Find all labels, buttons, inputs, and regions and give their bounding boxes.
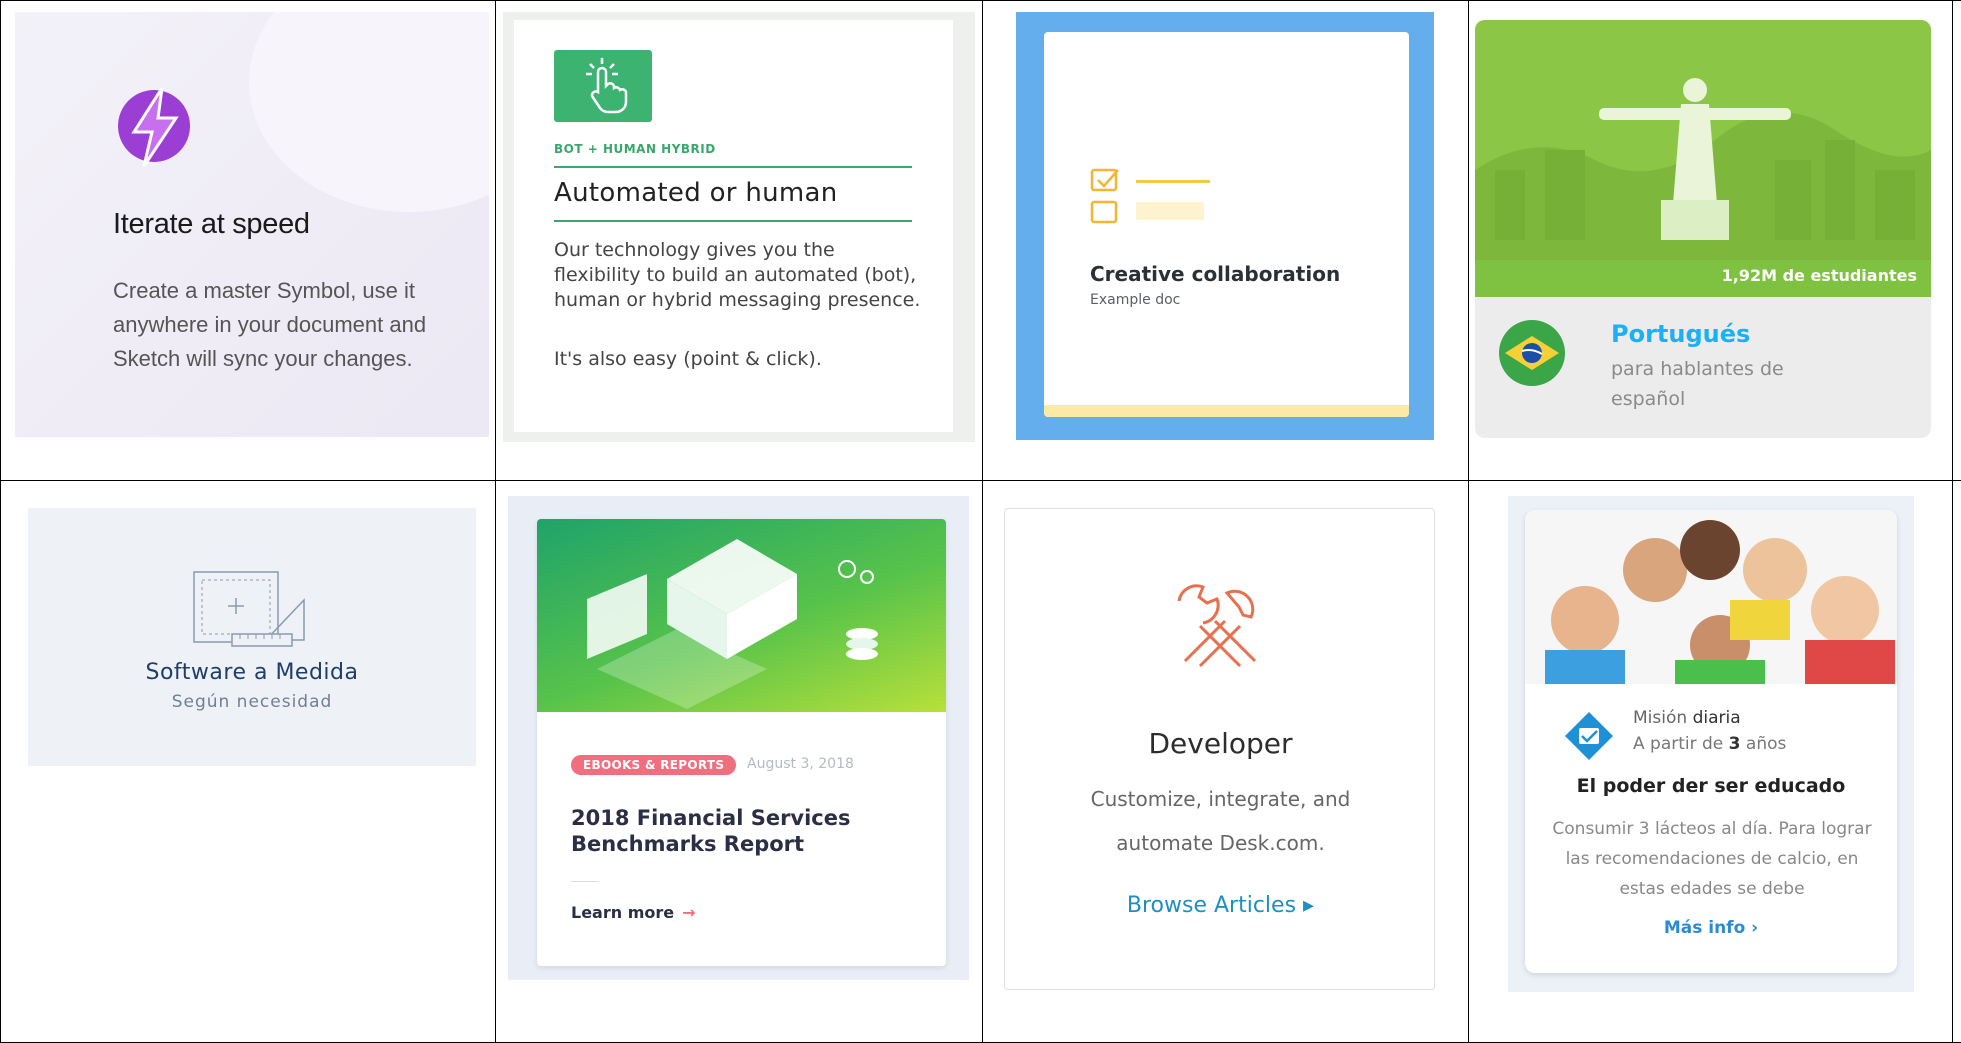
grid-divider-3 (1468, 0, 1469, 1043)
card-title: 2018 Financial Services Benchmarks Repor… (571, 806, 851, 856)
grid-border-left (0, 0, 1, 1043)
student-count: 1,92M de estudiantes (1721, 266, 1917, 285)
card-subtitle: Example doc (1090, 292, 1181, 308)
card-title: Developer (1148, 727, 1293, 760)
course-language: Portugués (1611, 320, 1751, 348)
brazil-flag-icon (1499, 320, 1565, 386)
card-title: Software a Medida (145, 660, 359, 685)
browse-articles-link[interactable]: Browse Articles ▸ (1005, 893, 1436, 918)
children-photo (1525, 510, 1897, 684)
mision-label: Misión diaria (1633, 708, 1741, 728)
card-software[interactable]: Software a Medida Según necesidad (28, 508, 476, 766)
card-title: Creative collaboration (1090, 262, 1341, 286)
category-tag: BOT + HUMAN HYBRID (554, 142, 716, 156)
age-value: 3 (1728, 734, 1741, 754)
divider (554, 166, 912, 168)
mision-label-a: Misión (1633, 708, 1688, 728)
age-label-a: A partir de (1633, 734, 1724, 754)
card-body-secondary: It's also easy (point & click). (554, 348, 822, 370)
bolt-icon (118, 87, 190, 167)
card-grid: Iterate at speed Create a master Symbol,… (0, 0, 1961, 1043)
card-footer-bar (1044, 405, 1409, 417)
mision-label-b: diaria (1692, 708, 1741, 728)
mision-logo-icon (1565, 712, 1613, 760)
house-coins-illustration (537, 519, 946, 712)
card-financial[interactable]: EBOOKS & REPORTS August 3, 2018 2018 Fin… (537, 519, 946, 966)
card-body: Our technology gives you the flexibility… (554, 239, 921, 311)
wrench-tools-icon (1177, 584, 1257, 668)
divider (571, 881, 599, 882)
course-subtitle: para hablantes de español (1611, 358, 1784, 410)
category-badge[interactable]: EBOOKS & REPORTS (571, 755, 737, 775)
learn-more-label: Learn more (571, 903, 675, 922)
card-subtitle: Según necesidad (171, 692, 333, 712)
card-body: Create a master Symbol, use it anywhere … (113, 278, 427, 371)
divider (554, 220, 912, 222)
card-body-line1: Customize, integrate, and (1090, 787, 1351, 811)
christ-redeemer-illustration (1475, 20, 1931, 295)
age-label-c: años (1745, 734, 1787, 754)
blueprint-ruler-icon (193, 571, 305, 647)
card-title: Automated or human (554, 178, 838, 208)
card-body-line2: automate Desk.com. (1116, 831, 1325, 855)
card-creative[interactable]: Creative collaboration Example doc (1044, 32, 1409, 417)
grid-border-top (0, 0, 1961, 1)
grid-divider-2 (982, 0, 983, 1043)
grid-border-right (1952, 0, 1953, 1043)
arrow-right-icon: → (682, 903, 696, 922)
publish-date: August 3, 2018 (747, 756, 854, 772)
tap-icon (554, 50, 652, 122)
card-background-shape (249, 12, 489, 212)
card-title: El poder der ser educado (1576, 775, 1846, 797)
card-portugues[interactable]: 1,92M de estudiantes Portugués para habl… (1475, 20, 1931, 438)
card-developer[interactable]: Developer Customize, integrate, and auto… (1004, 508, 1435, 990)
checklist-line (1136, 202, 1204, 220)
card-mision[interactable]: Misión diaria A partir de 3 años El pode… (1525, 510, 1897, 973)
mas-info-link[interactable]: Más info › (1525, 918, 1897, 938)
grid-divider-1 (495, 0, 496, 1043)
grid-border-middle (0, 480, 1961, 481)
age-label: A partir de 3 años (1633, 734, 1786, 754)
card-iterate[interactable]: Iterate at speed Create a master Symbol,… (15, 12, 489, 437)
card-automated[interactable]: BOT + HUMAN HYBRID Automated or human Ou… (514, 20, 953, 432)
checklist-icon (1090, 168, 1119, 224)
card-title: Iterate at speed (113, 208, 310, 240)
card-body: Consumir 3 lácteos al día. Para lograr l… (1552, 819, 1872, 899)
checklist-line (1136, 180, 1210, 183)
learn-more-link[interactable]: Learn more → (571, 903, 696, 922)
